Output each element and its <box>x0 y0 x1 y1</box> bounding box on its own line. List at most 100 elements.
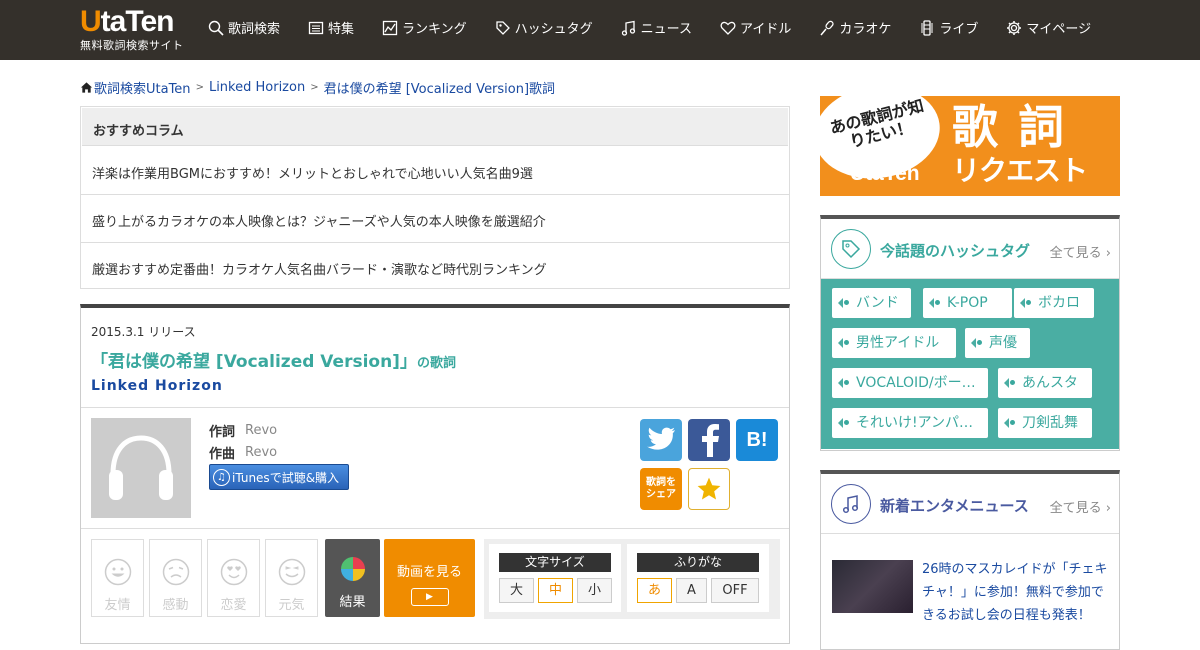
nav-news[interactable]: ニュース <box>621 18 692 37</box>
hashtag-item[interactable]: K-POP <box>923 288 1012 318</box>
nav-feature[interactable]: 特集 <box>308 18 354 37</box>
release-date: 2015.3.1 リリース <box>91 325 196 339</box>
news-panel-title: 新着エンタメニュース <box>880 497 1029 515</box>
breadcrumb-current-link[interactable]: 君は僕の希望 [Vocalized Version]歌詞 <box>324 78 555 97</box>
column-link[interactable]: 盛り上がるカラオケの本人映像とは？ジャニーズや人気の本人映像を厳選紹介 <box>81 195 789 243</box>
font-size-title: 文字サイズ <box>499 553 611 572</box>
feature-icon <box>308 21 324 34</box>
nav-live[interactable]: ライブ <box>919 18 978 37</box>
moved-face-icon <box>162 558 189 586</box>
result-label: 結果 <box>339 595 366 610</box>
song-title-suffix: の歌詞 <box>416 356 456 371</box>
column-link[interactable]: 洋楽は作業用BGMにおすすめ！メリットとおしゃれで心地いい人気名曲9選 <box>81 147 789 195</box>
nav-label: ライブ <box>939 22 979 37</box>
site-logo[interactable]: UtaTen 無料歌詞検索サイト <box>80 5 184 53</box>
emotion-love-button[interactable]: 恋愛 <box>207 539 260 617</box>
composer-link[interactable]: Revo <box>245 445 277 460</box>
hashtag-item[interactable]: バンド <box>832 288 911 318</box>
logo-subtitle: 無料歌詞検索サイト <box>80 39 184 52</box>
font-size-large-button[interactable]: 大 <box>499 578 534 603</box>
nav-label: ニュース <box>640 22 693 37</box>
smile-face-icon <box>104 558 131 586</box>
nav-mypage[interactable]: マイページ <box>1006 18 1091 37</box>
hashtag-panel-title: 今話題のハッシュタグ <box>880 242 1031 260</box>
search-icon <box>208 20 224 36</box>
nav-label: ランキング <box>402 22 467 37</box>
home-icon <box>80 82 93 93</box>
nav-ranking[interactable]: ランキング <box>382 18 467 37</box>
emotion-label: 友情 <box>104 598 131 613</box>
hatena-bookmark-button[interactable]: B! <box>736 419 778 461</box>
artist-avatar <box>91 418 191 518</box>
nav-karaoke[interactable]: カラオケ <box>819 18 891 37</box>
facebook-share-button[interactable] <box>688 419 730 461</box>
microphone-icon <box>820 20 835 35</box>
furigana-title: ふりがな <box>637 553 759 572</box>
favorite-button[interactable] <box>688 468 730 510</box>
main-nav: 歌詞検索 特集 ランキング ハッシュタグ ニュース アイドル カラオケ ライブ <box>208 18 1119 37</box>
hashtag-item[interactable]: VOCALOID/ボー… <box>832 368 988 398</box>
credits: 作詞 Revo 作曲 Revo <box>209 419 277 463</box>
ranking-icon <box>382 20 398 35</box>
furigana-alphabet-button[interactable]: A <box>676 578 707 603</box>
song-detail: 2015.3.1 リリース 「君は僕の希望 [Vocalized Version… <box>80 304 790 644</box>
tag-icon <box>831 229 871 269</box>
breadcrumb-artist-link[interactable]: Linked Horizon <box>209 80 305 95</box>
chevron-right-icon: › <box>1105 501 1111 516</box>
hashtag-item[interactable]: 刀剣乱舞 <box>998 408 1092 438</box>
hashtag-item[interactable]: あんスタ <box>998 368 1092 398</box>
itunes-button[interactable]: ♫ iTunesで試聴&購入 <box>209 464 349 490</box>
divider <box>81 407 789 408</box>
emotion-moved-button[interactable]: 感動 <box>149 539 202 617</box>
itunes-icon: ♫ <box>213 468 230 486</box>
lyricist-link[interactable]: Revo <box>245 423 277 438</box>
divider <box>81 528 789 529</box>
artist-link[interactable]: Linked Horizon <box>91 378 223 394</box>
hashtag-panel: 今話題のハッシュタグ 全て見る › バンド K-POP ボカロ 男性アイドル 声… <box>820 215 1120 451</box>
music-note-icon <box>621 20 635 36</box>
display-settings: 文字サイズ 大 中 小 ふりがな あ A OFF <box>484 539 780 619</box>
emotion-energy-button[interactable]: 元気 <box>265 539 318 617</box>
font-size-group: 文字サイズ 大 中 小 <box>489 544 621 612</box>
news-thumbnail <box>832 560 913 613</box>
nav-idol[interactable]: アイドル <box>720 18 791 37</box>
hashtag-item[interactable]: 男性アイドル <box>832 328 956 358</box>
hashtag-item[interactable]: 声優 <box>965 328 1030 358</box>
news-see-all-link[interactable]: 全て見る › <box>1050 497 1111 516</box>
hashtag-item[interactable]: ボカロ <box>1014 288 1094 318</box>
emotion-label: 元気 <box>278 598 305 613</box>
star-icon <box>697 477 721 500</box>
hashtag-see-all-link[interactable]: 全て見る › <box>1050 242 1111 261</box>
hashtag-item[interactable]: それいけ!アンパ… <box>832 408 988 438</box>
twitter-share-button[interactable] <box>640 419 682 461</box>
column-link[interactable]: 厳選おすすめ定番曲！カラオケ人気名曲バラード・演歌など時代別ランキング <box>81 243 789 291</box>
font-size-medium-button[interactable]: 中 <box>538 578 573 603</box>
news-panel-header: 新着エンタメニュース 全て見る › <box>821 474 1119 534</box>
nav-lyrics-search[interactable]: 歌詞検索 <box>208 18 280 37</box>
breadcrumb: 歌詞検索UtaTen > Linked Horizon > 君は僕の希望 [Vo… <box>80 78 555 97</box>
share-lyrics-button[interactable]: 歌詞をシェア <box>640 468 682 510</box>
logo-text: taTen <box>100 5 175 38</box>
see-all-label: 全て見る <box>1049 501 1102 516</box>
breadcrumb-home-link[interactable]: 歌詞検索UtaTen <box>94 78 191 97</box>
nav-hashtag[interactable]: ハッシュタグ <box>495 18 593 37</box>
emotion-friendship-button[interactable]: 友情 <box>91 539 144 617</box>
furigana-hiragana-button[interactable]: あ <box>637 578 672 603</box>
hatena-icon: B! <box>746 428 768 451</box>
watch-video-button[interactable]: 動画を見る ▶ <box>384 539 475 617</box>
banner-logo: UtaTen <box>850 162 920 185</box>
news-headline: 26時のマスカレイドが「チェキチャ！」に参加！無料で参加できるお試し会の日程も発… <box>922 562 1108 623</box>
heart-icon <box>720 21 736 35</box>
nav-label: ハッシュタグ <box>514 22 593 37</box>
furigana-off-button[interactable]: OFF <box>711 578 759 603</box>
lyrics-request-banner[interactable]: あの歌詞が知りたい！ UtaTen 歌詞 リクエスト <box>820 96 1120 196</box>
song-title: 「君は僕の希望 [Vocalized Version]」の歌詞 <box>91 347 456 372</box>
itunes-label: iTunesで試聴&購入 <box>232 470 340 485</box>
emotion-label: 恋愛 <box>220 598 247 613</box>
chevron-right-icon: › <box>1105 246 1111 261</box>
font-size-small-button[interactable]: 小 <box>577 578 612 603</box>
result-button[interactable]: 結果 <box>325 539 380 617</box>
twitter-icon <box>647 427 675 450</box>
nav-label: 特集 <box>328 22 355 37</box>
nav-label: マイページ <box>1026 22 1092 37</box>
